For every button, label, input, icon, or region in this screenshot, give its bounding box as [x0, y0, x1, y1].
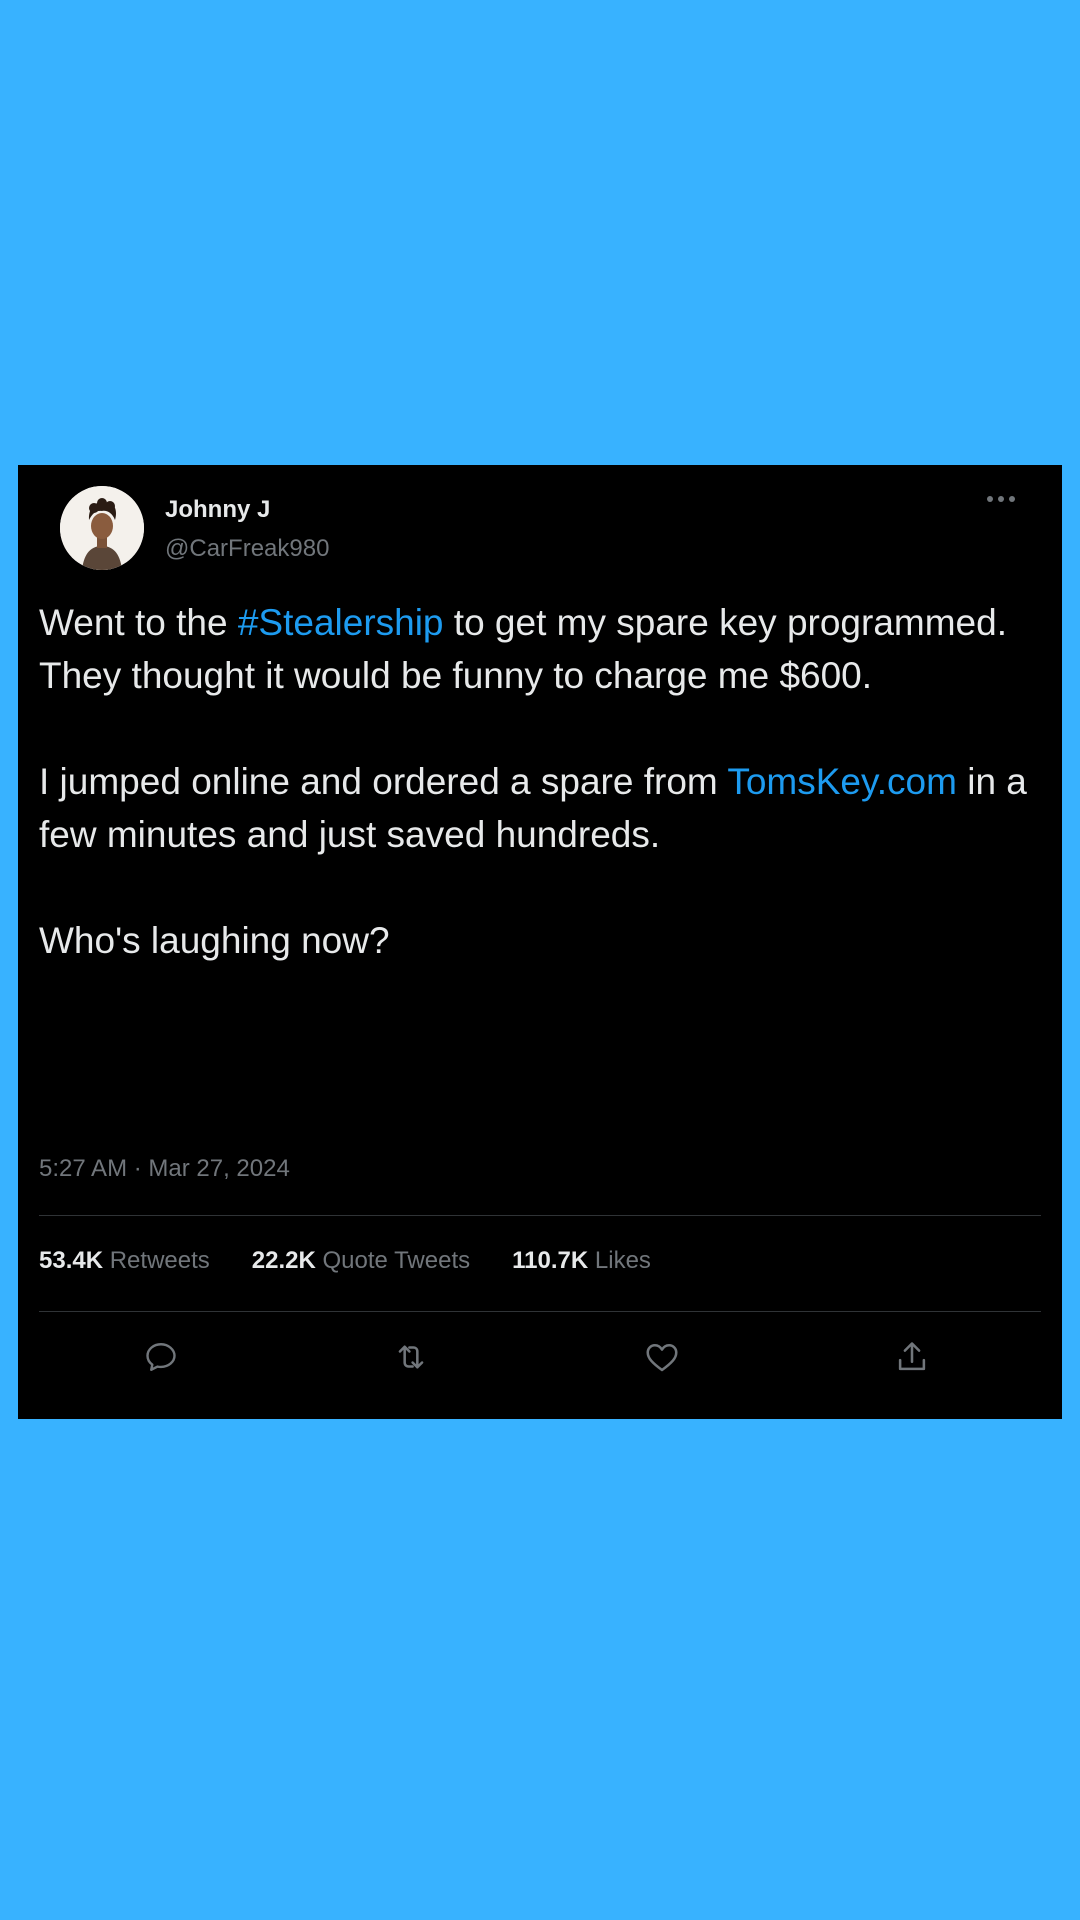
divider — [39, 1311, 1041, 1312]
tweet-timestamp[interactable]: 5:27 AM · Mar 27, 2024 — [39, 1155, 290, 1183]
share-button[interactable] — [890, 1335, 934, 1379]
more-button[interactable] — [981, 487, 1021, 511]
likes-stat[interactable]: 110.7K Likes — [512, 1247, 651, 1275]
quote-tweets-count: 22.2K — [251, 1247, 316, 1274]
retweet-button[interactable] — [389, 1335, 433, 1379]
hashtag-link[interactable]: #Stealership — [238, 602, 444, 643]
quote-tweets-label: Quote Tweets — [322, 1247, 471, 1274]
tweet-text: Went to the #Stealership to get my spare… — [39, 596, 1049, 967]
retweets-label: Retweets — [109, 1247, 210, 1274]
reply-icon — [146, 1343, 176, 1371]
tweet-paragraph: Went to the #Stealership to get my spare… — [39, 596, 1049, 702]
text-segment: Went to the — [39, 602, 238, 643]
likes-label: Likes — [594, 1247, 651, 1274]
avatar-image — [60, 486, 144, 570]
quote-tweets-stat[interactable]: 22.2K Quote Tweets — [252, 1247, 470, 1275]
display-name[interactable]: Johnny J — [165, 496, 270, 524]
share-icon — [898, 1342, 926, 1371]
reply-button[interactable] — [139, 1335, 183, 1379]
text-segment: I jumped online and ordered a spare from — [39, 761, 728, 802]
action-bar — [39, 1325, 1041, 1385]
tweet-header: Johnny J @CarFreak980 — [39, 465, 1041, 585]
tweet-paragraph: Who's laughing now? — [39, 920, 390, 961]
divider — [39, 1215, 1041, 1216]
heart-icon — [646, 1344, 678, 1372]
tweet-card: Johnny J @CarFreak980 Went to the #Steal… — [18, 465, 1062, 1419]
retweet-icon — [398, 1345, 424, 1369]
likes-count: 110.7K — [512, 1247, 589, 1274]
retweets-count: 53.4K — [39, 1247, 104, 1274]
avatar[interactable] — [60, 486, 144, 570]
tweet-paragraph: I jumped online and ordered a spare from… — [39, 755, 1049, 861]
more-icon — [987, 496, 1015, 502]
retweets-stat[interactable]: 53.4K Retweets — [39, 1247, 210, 1275]
engagement-stats: 53.4K Retweets 22.2K Quote Tweets 110.7K… — [39, 1247, 651, 1275]
user-handle[interactable]: @CarFreak980 — [165, 535, 329, 563]
like-button[interactable] — [640, 1335, 684, 1379]
url-link[interactable]: TomsKey.com — [727, 761, 957, 802]
